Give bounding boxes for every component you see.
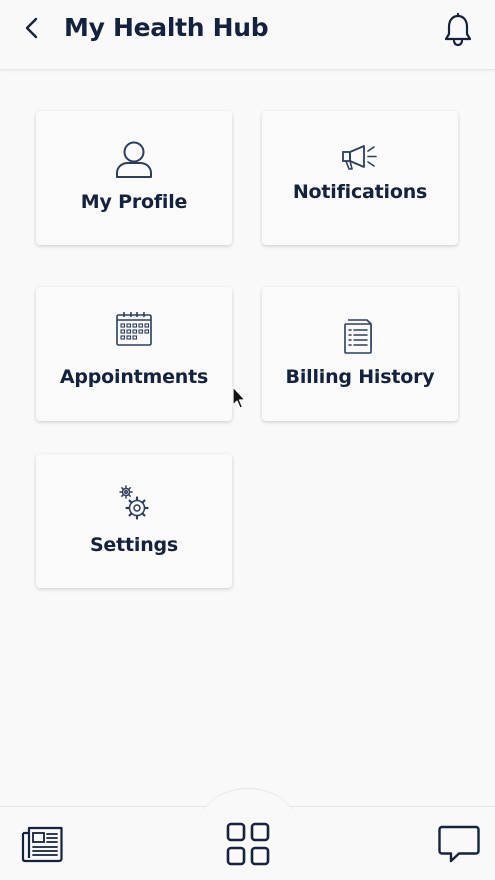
card-label: Notifications [292,181,428,203]
top-app-bar: My Health Hub [0,0,495,70]
my-profile-card[interactable]: My Profile [36,111,232,245]
gears-icon [36,484,232,522]
app-screen: My Health Hub My Profile Notifications A… [0,0,495,880]
news-tab-button[interactable] [18,822,66,866]
appointments-card[interactable]: Appointments [36,287,232,421]
megaphone-icon [262,143,458,171]
chat-tab-button[interactable] [435,822,483,868]
chevron-left-icon [25,17,38,39]
notifications-card[interactable]: Notifications [262,111,458,245]
notifications-button[interactable] [441,12,475,48]
grid-icon [226,822,270,866]
chat-icon [438,825,480,863]
bell-icon [444,13,472,47]
mouse-cursor-icon [232,386,246,409]
back-button[interactable] [16,12,48,44]
billing-history-card[interactable]: Billing History [262,287,458,421]
document-icon [262,317,458,355]
user-icon [36,139,232,179]
settings-card[interactable]: Settings [36,454,232,588]
calendar-icon [36,311,232,347]
card-label: Settings [89,534,179,556]
dashboard-tab-button[interactable] [223,818,273,870]
newspaper-icon [21,826,63,863]
card-label: Billing History [285,366,435,388]
card-label: My Profile [80,191,188,213]
page-title: My Health Hub [64,13,269,42]
card-label: Appointments [59,366,209,388]
